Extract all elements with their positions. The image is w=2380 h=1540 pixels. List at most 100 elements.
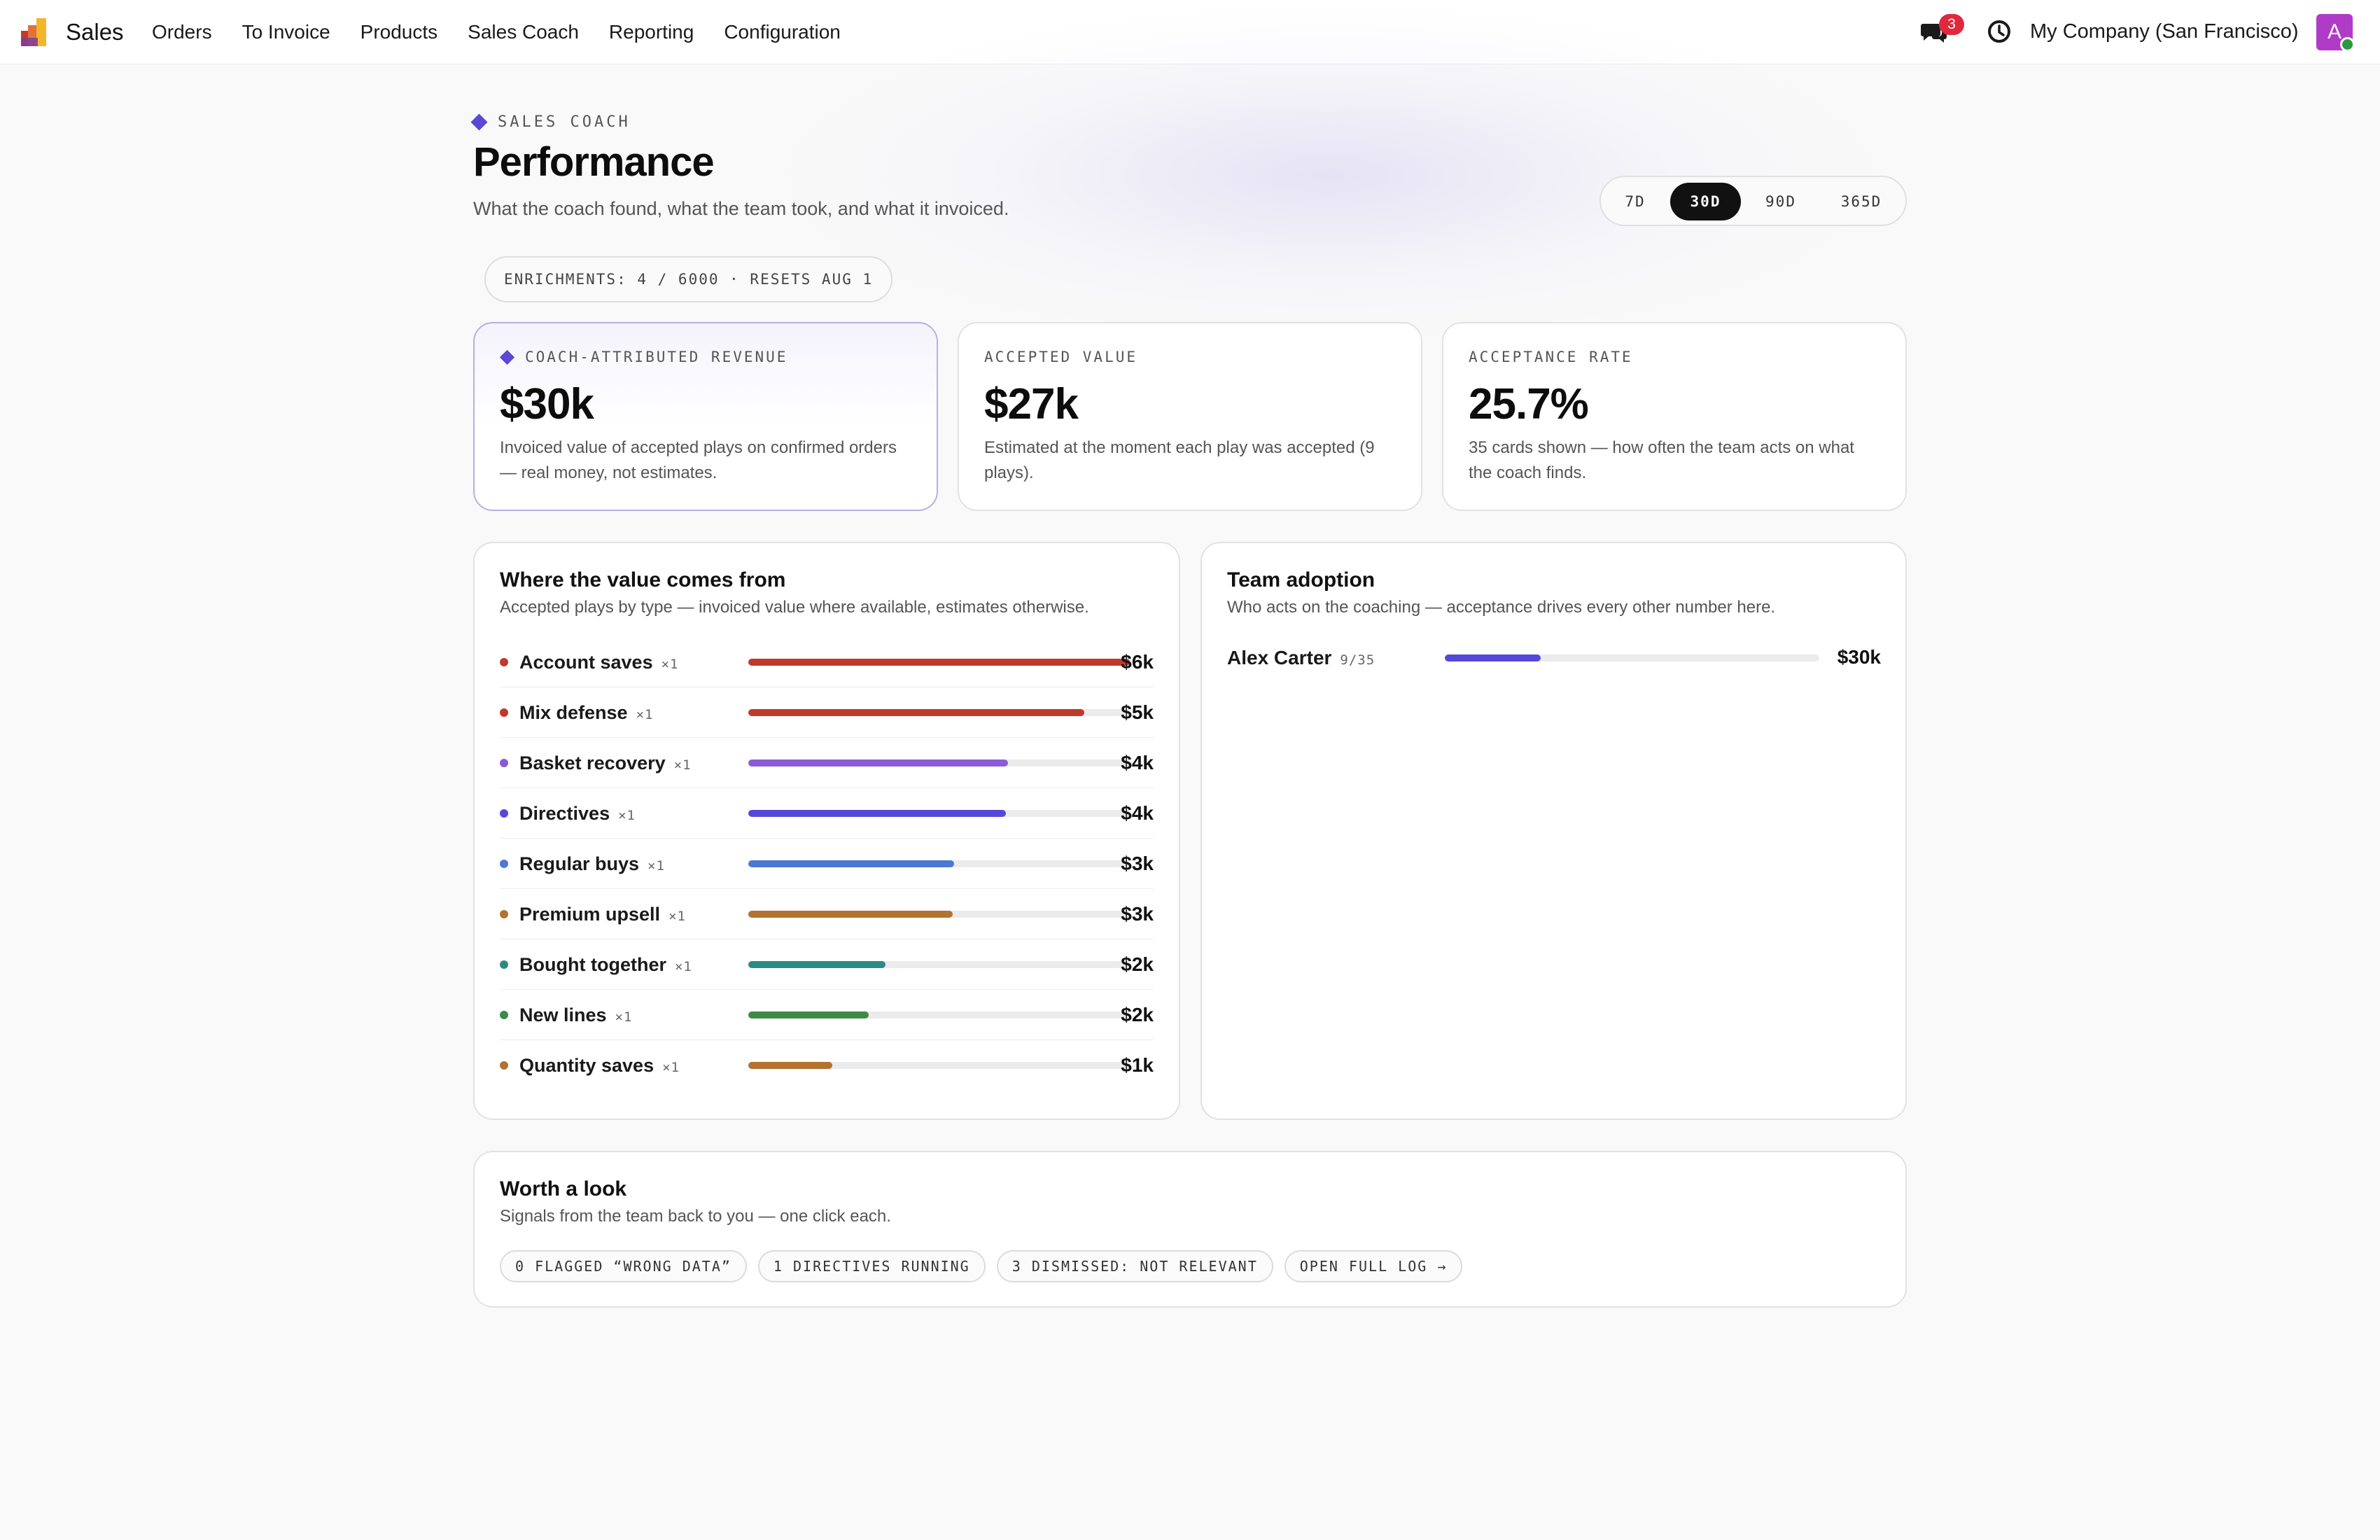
- series-dot-icon: [500, 960, 508, 969]
- value-bar-track: [748, 810, 1130, 817]
- value-bar-fill: [748, 810, 1006, 817]
- open-full-log-button[interactable]: OPEN FULL LOG →: [1284, 1250, 1463, 1282]
- kpi-value: $27k: [984, 380, 1079, 428]
- panel-subtitle: Accepted plays by type — invoiced value …: [500, 598, 1089, 617]
- series-dot-icon: [500, 759, 508, 767]
- value-bar-fill: [748, 659, 1130, 666]
- value-row[interactable]: Basket recovery ×1 $4k: [500, 738, 1154, 788]
- series-dot-icon: [500, 1011, 508, 1019]
- value-breakdown-panel: Where the value comes from Accepted play…: [473, 542, 1180, 1120]
- menu-configuration[interactable]: Configuration: [724, 21, 841, 43]
- value-bar-fill: [748, 760, 1008, 766]
- value-row-amount: $3k: [1121, 853, 1154, 874]
- kpi-accepted-value: ACCEPTED VALUE $27k Estimated at the mom…: [958, 322, 1422, 511]
- kpi-description: Invoiced value of accepted plays on conf…: [500, 438, 897, 482]
- value-row-count: ×1: [673, 757, 692, 773]
- page-title: Performance: [473, 139, 715, 185]
- value-row-label: Premium upsell: [519, 904, 661, 925]
- value-row[interactable]: Bought together ×1 $2k: [500, 939, 1154, 990]
- value-row-label: Basket recovery: [519, 752, 666, 774]
- value-bar-track: [748, 911, 1130, 918]
- series-dot-icon: [500, 860, 508, 868]
- value-row-label: Regular buys: [519, 853, 640, 874]
- value-row-amount: $6k: [1121, 651, 1154, 673]
- value-bar-fill: [748, 860, 955, 867]
- range-30d[interactable]: 30D: [1670, 183, 1741, 220]
- value-row-label: New lines: [519, 1004, 607, 1026]
- panel-title: Where the value comes from: [500, 568, 786, 592]
- kpi-description: Estimated at the moment each play was ac…: [984, 438, 1375, 482]
- chip-directives-running[interactable]: 1 DIRECTIVES RUNNING: [757, 1250, 986, 1282]
- value-row[interactable]: Regular buys ×1 $3k: [500, 839, 1154, 889]
- menu-orders[interactable]: Orders: [152, 21, 212, 43]
- value-row-count: ×1: [618, 808, 636, 823]
- kpi-coach-attributed-revenue: COACH-ATTRIBUTED REVENUE $30k Invoiced v…: [473, 322, 938, 511]
- value-row-amount: $4k: [1121, 752, 1154, 774]
- value-row-amount: $3k: [1121, 903, 1154, 925]
- value-row[interactable]: New lines ×1 $2k: [500, 990, 1154, 1040]
- adoption-row[interactable]: Alex Carter 9/35 $30k: [1227, 646, 1881, 689]
- value-row-label: Quantity saves: [519, 1055, 654, 1076]
- range-7d[interactable]: 7D: [1614, 183, 1657, 220]
- value-row-count: ×1: [668, 909, 686, 924]
- enrichments-badge: ENRICHMENTS: 4 / 6000 · RESETS AUG 1: [484, 256, 893, 302]
- menu-to-invoice[interactable]: To Invoice: [242, 21, 330, 43]
- clock-icon[interactable]: [1987, 19, 2012, 44]
- chip-flagged-wrong-data[interactable]: 0 FLAGGED “WRONG DATA”: [500, 1250, 747, 1282]
- value-row-count: ×1: [674, 959, 692, 974]
- company-switcher[interactable]: My Company (San Francisco): [2030, 20, 2299, 43]
- kpi-value: $30k: [500, 380, 594, 428]
- value-row-count: ×1: [636, 707, 654, 722]
- value-bar-fill: [748, 911, 953, 918]
- value-row-amount: $1k: [1121, 1054, 1154, 1076]
- series-dot-icon: [500, 708, 508, 717]
- value-row-count: ×1: [662, 1060, 680, 1075]
- member-name: Alex Carter: [1227, 647, 1332, 668]
- value-row[interactable]: Directives ×1 $4k: [500, 788, 1154, 839]
- menu-reporting[interactable]: Reporting: [609, 21, 694, 43]
- value-bar-track: [748, 1011, 1130, 1018]
- app-name[interactable]: Sales: [66, 19, 124, 46]
- signal-chips: 0 FLAGGED “WRONG DATA” 1 DIRECTIVES RUNN…: [500, 1250, 1474, 1282]
- member-ratio: 9/35: [1340, 652, 1376, 668]
- kpi-acceptance-rate: ACCEPTANCE RATE 25.7% 35 cards shown — h…: [1442, 322, 1907, 511]
- range-90d[interactable]: 90D: [1747, 183, 1814, 220]
- adoption-bar-track: [1445, 654, 1819, 662]
- messages-count-badge: 3: [1939, 14, 1964, 35]
- value-row-count: ×1: [661, 657, 679, 672]
- adoption-bar-fill: [1445, 654, 1541, 662]
- main-menu: Orders To Invoice Products Sales Coach R…: [152, 21, 871, 43]
- panel-subtitle: Who acts on the coaching — acceptance dr…: [1227, 598, 1776, 617]
- value-bar-fill: [748, 961, 886, 968]
- value-row-amount: $5k: [1121, 701, 1154, 723]
- value-bar-track: [748, 760, 1130, 766]
- menu-products[interactable]: Products: [360, 21, 438, 43]
- range-365d[interactable]: 365D: [1823, 183, 1899, 220]
- value-bar-fill: [748, 1011, 869, 1018]
- chip-dismissed-not-relevant[interactable]: 3 DISMISSED: NOT RELEVANT: [996, 1250, 1273, 1282]
- value-row-amount: $2k: [1121, 953, 1154, 975]
- value-row-count: ×1: [648, 858, 665, 874]
- value-row[interactable]: Account saves ×1 $6k: [500, 637, 1154, 687]
- value-bar-track: [748, 709, 1130, 716]
- menu-sales-coach[interactable]: Sales Coach: [468, 21, 579, 43]
- panel-title: Worth a look: [500, 1177, 627, 1200]
- series-dot-icon: [500, 658, 508, 666]
- app-logo-icon[interactable]: [20, 17, 52, 48]
- eyebrow: SALES COACH: [470, 113, 631, 131]
- value-row-label: Account saves: [519, 652, 653, 673]
- value-row[interactable]: Premium upsell ×1 $3k: [500, 889, 1154, 939]
- top-navbar: Sales Orders To Invoice Products Sales C…: [0, 0, 2380, 64]
- value-row[interactable]: Mix defense ×1 $5k: [500, 687, 1154, 738]
- diamond-icon: [499, 349, 515, 365]
- value-bar-track: [748, 659, 1130, 666]
- value-bar-fill: [748, 709, 1084, 716]
- value-row[interactable]: Quantity saves ×1 $1k: [500, 1040, 1154, 1091]
- kpi-label: ACCEPTED VALUE: [984, 349, 1138, 365]
- online-status-dot: [2340, 37, 2355, 52]
- panel-subtitle: Signals from the team back to you — one …: [500, 1207, 891, 1226]
- date-range-selector: 7D 30D 90D 365D: [1600, 176, 1907, 226]
- kpi-value: 25.7%: [1469, 380, 1589, 428]
- value-row-amount: $4k: [1121, 802, 1154, 824]
- value-row-count: ×1: [615, 1009, 633, 1025]
